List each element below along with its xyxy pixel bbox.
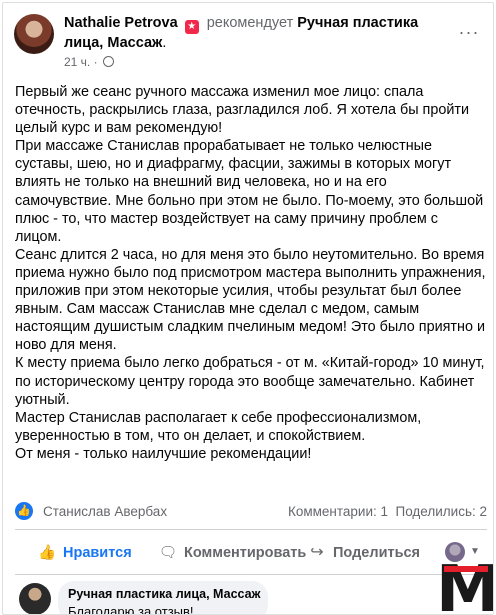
comment-button[interactable]: 🗨 Комментировать (158, 538, 307, 568)
action-bar: 👍 Нравится 🗨 Комментировать ↪ Поделиться ▼ (15, 538, 487, 568)
watermark-bar (444, 566, 488, 572)
viewer-avatar (445, 542, 465, 562)
title-period: . (162, 35, 167, 51)
shares-count[interactable]: Поделились: 2 (396, 504, 487, 519)
like-badge-icon[interactable]: 👍 (15, 502, 33, 520)
like-label: Нравится (63, 545, 132, 561)
share-label: Поделиться (333, 545, 421, 561)
comment-author[interactable]: Ручная пластика лица, Массаж (68, 587, 260, 601)
author-name[interactable]: Nathalie Petrova (64, 15, 178, 31)
more-dots-icon[interactable]: ··· (457, 23, 481, 41)
post-meta: 21 ч. · (64, 55, 114, 69)
comment-bubble: Ручная пластика лица, Массаж Благодарю з… (58, 581, 268, 615)
post-paragraph: Сеанс длится 2 часа, но для меня это был… (15, 246, 486, 354)
post-paragraph: Первый же сеанс ручного массажа изменил … (15, 84, 470, 137)
watermark-logo: M (436, 563, 493, 614)
share-button[interactable]: ↪ Поделиться (307, 538, 420, 568)
comment-text: Благодарю за отзыв! (68, 604, 194, 615)
comment-label: Комментировать (184, 545, 307, 561)
author-avatar[interactable] (14, 14, 54, 54)
post-card: Nathalie Petrova ★ рекомендует Ручная пл… (2, 2, 494, 615)
divider (15, 574, 487, 575)
thumbs-up-icon: 👍 (37, 545, 57, 561)
comment-avatar[interactable] (19, 583, 51, 614)
caret-down-icon: ▼ (470, 546, 480, 557)
like-button[interactable]: 👍 Нравится (37, 538, 132, 568)
reaction-stats: 👍 Станислав Авербах Комментарии: 1 Подел… (15, 502, 487, 522)
engagement-counts: Комментарии: 1 Поделились: 2 (288, 502, 487, 522)
recommend-star-icon: ★ (184, 20, 199, 34)
post-time[interactable]: 21 ч. (64, 55, 90, 69)
globe-icon (102, 56, 114, 67)
reactor-name[interactable]: Станислав Авербах (43, 502, 167, 522)
recommends-label: рекомендует (206, 15, 294, 31)
reaction-selector[interactable]: ▼ (445, 542, 485, 564)
divider (15, 529, 487, 530)
meta-separator: · (93, 55, 98, 69)
share-icon: ↪ (310, 544, 324, 561)
comment-icon: 🗨 (158, 545, 178, 561)
post-header: Nathalie Petrova ★ рекомендует Ручная пл… (3, 3, 493, 69)
post-paragraph: К месту приема было легко добраться - от… (15, 355, 485, 408)
post-title-line: Nathalie Petrova ★ рекомендует Ручная пл… (64, 14, 459, 53)
post-paragraph: При массаже Станислав прорабатывает не т… (15, 138, 484, 245)
comments-count[interactable]: Комментарии: 1 (288, 504, 388, 519)
post-paragraph: От меня - только наилучшие рекомендации! (15, 445, 312, 462)
post-paragraph: Мастер Станислав располагает к себе проф… (15, 409, 422, 444)
post-body: Первый же сеанс ручного массажа изменил … (15, 83, 487, 463)
